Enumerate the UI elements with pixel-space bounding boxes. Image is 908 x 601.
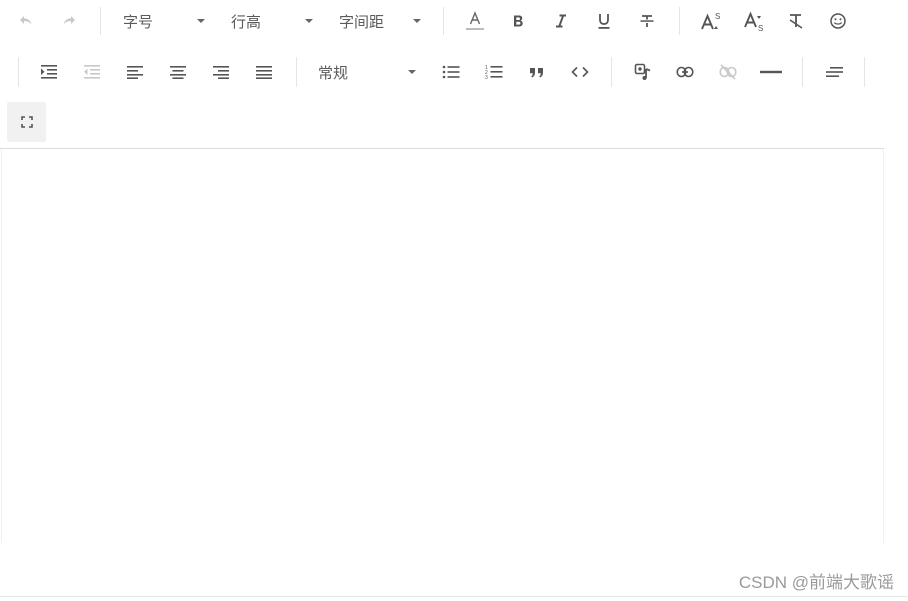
subscript-icon[interactable]: S <box>740 6 768 36</box>
toolbar-separator <box>864 57 865 87</box>
fullscreen-icon[interactable] <box>7 102 46 142</box>
watermark-text: CSDN @前端大歌谣 <box>738 573 894 592</box>
code-icon[interactable] <box>566 57 594 87</box>
unlink-icon[interactable] <box>714 57 742 87</box>
toolbar-separator <box>611 57 612 87</box>
outdent-icon[interactable] <box>78 57 106 87</box>
rich-text-editor: 字号 行高 字间距 S S 常规 1 2 3 <box>0 0 884 543</box>
bulleted-list-icon[interactable] <box>437 57 465 87</box>
toolbar-separator <box>296 57 297 87</box>
undo-icon[interactable] <box>12 6 40 36</box>
header-select-value: 常规 <box>318 64 349 82</box>
align-justify-icon[interactable] <box>250 57 278 87</box>
toolbar-row-3 <box>0 102 884 142</box>
toolbar-separator <box>679 7 680 35</box>
line-height-label: 行高 <box>231 13 262 31</box>
clear-format-icon[interactable] <box>782 6 810 36</box>
bottom-divider <box>0 596 908 597</box>
letter-spacing-select[interactable]: 字间距 <box>339 6 421 36</box>
indent-icon[interactable] <box>35 57 63 87</box>
font-size-select[interactable]: 字号 <box>123 6 205 36</box>
text-indent-icon[interactable] <box>820 57 848 87</box>
numbered-list-icon[interactable]: 123 <box>480 57 508 87</box>
align-center-icon[interactable] <box>164 57 192 87</box>
svg-text:3: 3 <box>485 75 488 80</box>
blockquote-icon[interactable] <box>523 57 551 87</box>
editor-content-area[interactable] <box>1 149 884 543</box>
horizontal-rule-icon[interactable] <box>756 57 786 87</box>
emoji-icon[interactable] <box>824 6 852 36</box>
svg-text:S: S <box>715 12 720 21</box>
underline-icon[interactable] <box>590 6 618 36</box>
letter-spacing-label: 字间距 <box>339 13 385 31</box>
chevron-down-icon <box>413 19 421 23</box>
chevron-down-icon <box>408 70 416 74</box>
font-color-icon[interactable] <box>461 6 489 36</box>
strikethrough-icon[interactable] <box>633 6 661 36</box>
toolbar-row-1: 字号 行高 字间距 S S <box>0 1 884 41</box>
svg-text:S: S <box>758 24 763 32</box>
redo-icon[interactable] <box>55 6 83 36</box>
bold-icon[interactable] <box>504 6 532 36</box>
align-right-icon[interactable] <box>207 57 235 87</box>
toolbar-separator <box>18 57 19 87</box>
chevron-down-icon <box>305 19 313 23</box>
header-select[interactable]: 常规 <box>318 57 416 87</box>
superscript-icon[interactable]: S <box>697 6 725 36</box>
editor-toolbar: 字号 行高 字间距 S S 常规 1 2 3 <box>0 0 884 149</box>
font-size-label: 字号 <box>123 13 154 31</box>
toolbar-separator <box>802 57 803 87</box>
toolbar-separator <box>443 7 444 35</box>
italic-icon[interactable] <box>547 6 575 36</box>
link-icon[interactable] <box>671 57 699 87</box>
line-height-select[interactable]: 行高 <box>231 6 313 36</box>
chevron-down-icon <box>197 19 205 23</box>
toolbar-row-2: 常规 123 <box>0 52 884 92</box>
toolbar-separator <box>100 7 101 35</box>
media-icon[interactable] <box>629 57 657 87</box>
align-left-icon[interactable] <box>121 57 149 87</box>
